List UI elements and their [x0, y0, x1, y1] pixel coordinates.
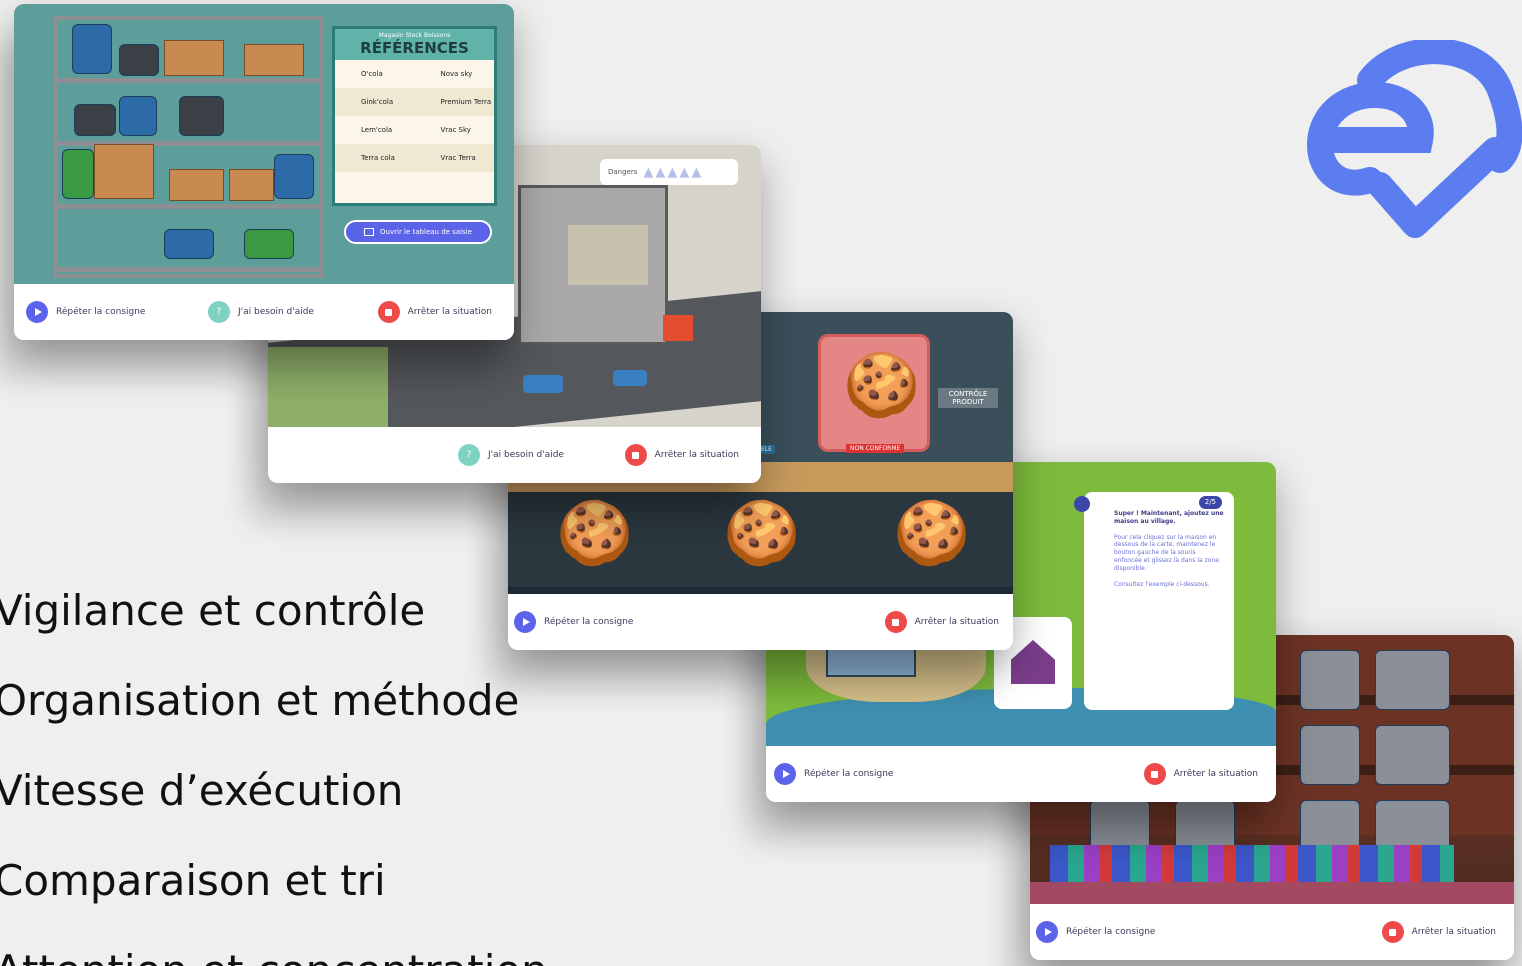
warning-icon: ▲▲▲▲▲ — [643, 164, 704, 180]
repeat-instruction-button[interactable]: Répéter la consigne — [774, 763, 893, 785]
stop-icon — [1381, 921, 1404, 943]
dangers-panel: Dangers ▲▲▲▲▲ — [600, 159, 738, 185]
stop-icon — [377, 301, 400, 323]
stop-icon — [1143, 763, 1166, 785]
stop-situation-button[interactable]: Arrêter la situation — [1143, 763, 1258, 785]
store-name: Magasin Stock Boissons — [335, 29, 494, 39]
dangers-label: Dangers — [608, 168, 638, 176]
reference-item: Terra cola — [335, 144, 415, 172]
stop-icon — [884, 611, 907, 633]
gingerbread-icon: 🍪 — [893, 496, 971, 569]
skill-item: Vitesse d’exécution — [0, 766, 404, 815]
step-counter: 2/5 — [1198, 496, 1222, 510]
repeat-instruction-button[interactable]: Répéter la consigne — [514, 611, 633, 633]
play-icon — [26, 301, 48, 323]
instruction-example: Consultez l'exemple ci-dessous. — [1114, 580, 1210, 588]
reference-item: Gink'cola — [335, 88, 415, 116]
skill-item: Attention et concentration — [0, 946, 548, 966]
skill-item: Vigilance et contrôle — [0, 586, 426, 635]
stop-situation-button[interactable]: Arrêter la situation — [624, 444, 739, 466]
help-button[interactable]: ? J'ai besoin d'aide — [458, 444, 564, 466]
skill-item: Comparaison et tri — [0, 856, 386, 905]
instruction-panel: 2/5 Super ! Maintenant, ajoutez une mais… — [1074, 492, 1234, 710]
references-panel: Magasin Stock Boissons RÉFÉRENCES O'cola… — [332, 26, 497, 206]
help-icon: ? — [458, 444, 480, 466]
repeat-instruction-button[interactable]: Répéter la consigne — [1036, 921, 1155, 943]
play-icon — [514, 611, 536, 633]
screenshot-warehouse: Magasin Stock Boissons RÉFÉRENCES O'cola… — [14, 4, 514, 340]
reference-item: Vrac Sky — [440, 126, 471, 134]
stop-situation-button[interactable]: Arrêter la situation — [377, 301, 492, 323]
stop-situation-button[interactable]: Arrêter la situation — [1381, 921, 1496, 943]
reference-item: Vrac Terra — [414, 144, 494, 172]
table-icon — [364, 228, 375, 236]
speaker-icon[interactable] — [1074, 496, 1090, 512]
gingerbread-icon: 🍪 — [556, 496, 634, 569]
reference-item: Lem'cola — [361, 126, 393, 134]
status-badge: NON CONFORME — [846, 444, 905, 453]
gingerbread-icon: 🍪 — [843, 348, 921, 421]
stop-situation-button[interactable]: Arrêter la situation — [884, 611, 999, 633]
instruction-title: Super ! Maintenant, ajoutez une maison a… — [1114, 510, 1224, 525]
skill-item: Organisation et méthode — [0, 676, 520, 725]
logo-icon — [1306, 40, 1522, 238]
reference-item: O'cola — [361, 70, 383, 78]
help-icon: ? — [208, 301, 230, 323]
references-title: RÉFÉRENCES — [335, 39, 494, 60]
help-button[interactable]: ? J'ai besoin d'aide — [208, 301, 314, 323]
instruction-body: Pour cela cliquez sur la maison en desso… — [1114, 533, 1219, 572]
control-product-button[interactable]: CONTRÔLE PRODUIT — [938, 388, 998, 408]
reference-item: Nova sky — [440, 70, 473, 78]
stop-icon — [624, 444, 647, 466]
open-entry-table-button[interactable]: Ouvrir le tableau de saisie — [344, 220, 492, 244]
gingerbread-icon: 🍪 — [723, 496, 801, 569]
play-icon — [1036, 921, 1058, 943]
reference-item: Premium Terra — [414, 88, 494, 116]
repeat-instruction-button[interactable]: Répéter la consigne — [26, 301, 145, 323]
play-icon — [774, 763, 796, 785]
